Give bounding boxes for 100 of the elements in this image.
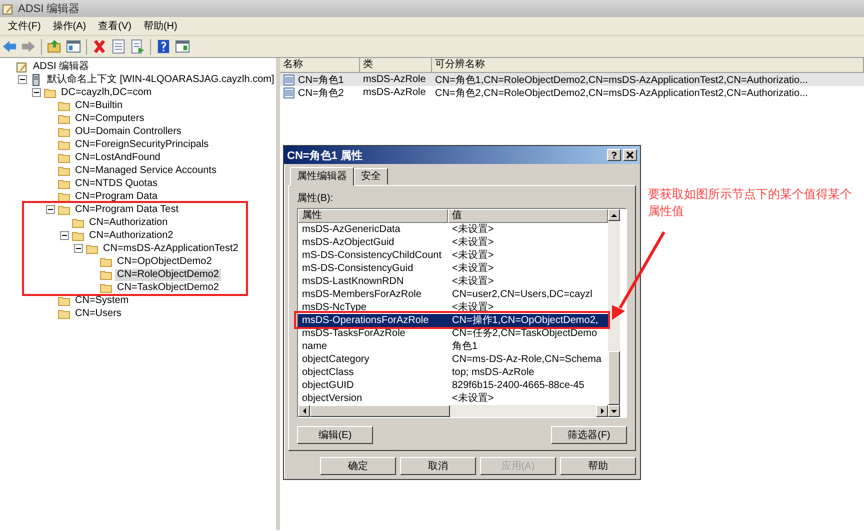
tree-item[interactable]: CN=Authorization2 (87, 230, 176, 242)
menu-item[interactable]: 帮助(H) (139, 18, 182, 34)
dn-cell-text: CN=角色1,CN=RoleObjectDemo2,CN=msDS-AzApplicationTest2,CN=Authorizatio... (434, 74, 809, 86)
attribute-row[interactable]: mS-DS-ConsistencyGuid <未设置> (298, 262, 608, 275)
folder-icon (72, 230, 84, 242)
column-header[interactable]: 可分辨名称 (432, 58, 864, 72)
tree-item[interactable]: CN=System (73, 294, 131, 306)
attribute-row[interactable]: msDS-TasksForAzRole CN=任务2,CN=TaskObjectDemo (298, 327, 608, 340)
menu-item[interactable]: 操作(A) (48, 18, 90, 34)
tree-item[interactable]: CN=Builtin (73, 100, 125, 112)
folder-icon (58, 178, 70, 190)
tree-item[interactable]: CN=Users (73, 308, 124, 320)
expander-toggle[interactable] (32, 88, 41, 97)
attribute-row[interactable]: objectClass top; msDS-AzRole (298, 366, 608, 379)
help-icon[interactable] (156, 39, 171, 54)
tree-item[interactable]: CN=LostAndFound (73, 152, 162, 164)
dialog-button[interactable]: 帮助 (560, 457, 636, 475)
tree-item[interactable]: CN=Authorization (87, 216, 170, 228)
attribute-row[interactable]: msDS-MembersForAzRole CN=user2,CN=Users,DC=cayzl (298, 288, 608, 301)
window-title: ADSI 编辑器 (18, 2, 80, 16)
tree-item[interactable]: CN=Computers (73, 112, 146, 124)
folder-icon (58, 190, 70, 202)
properties-icon[interactable] (111, 39, 126, 54)
tab[interactable]: 安全 (354, 168, 388, 185)
folder-icon (58, 294, 70, 306)
attribute-row[interactable]: name 角色1 (298, 340, 608, 353)
column-header[interactable]: 类 (360, 58, 432, 72)
attribute-row[interactable]: msDS-OperationsForAzRole CN=操作1,CN=OpObjectDemo2, (298, 314, 608, 327)
role-icon (283, 74, 295, 86)
expander-toggle[interactable] (18, 75, 27, 84)
folder-icon (100, 282, 112, 294)
folder-icon (44, 86, 56, 98)
horizontal-scrollbar[interactable] (298, 405, 608, 417)
folder-icon (58, 308, 70, 320)
attribute-row[interactable]: msDS-AzObjectGuid <未设置> (298, 236, 608, 249)
column-header[interactable]: 属性 (298, 209, 448, 223)
attribute-row[interactable]: msDS-LastKnownRDN <未设置> (298, 275, 608, 288)
tree-item[interactable]: CN=OpObjectDemo2 (115, 256, 214, 268)
attribute-row[interactable]: objectCategory CN=ms-DS-Az-Role,CN=Schema (298, 353, 608, 366)
tree-item[interactable]: CN=Program Data (73, 190, 160, 202)
attribute-row[interactable]: msDS-NcType <未设置> (298, 301, 608, 314)
expander-toggle[interactable] (46, 205, 55, 214)
back-arrow-icon[interactable] (2, 39, 17, 54)
vertical-scrollbar[interactable] (608, 209, 620, 417)
column-header[interactable]: 值 (448, 209, 608, 223)
list-row[interactable]: CN=角色1 msDS-AzRole CN=角色1,CN=RoleObjectDemo2,CN=msDS-AzApplicationTest2,CN=Authorizatio... (280, 73, 864, 86)
server-icon (30, 74, 42, 86)
attributes-label: 属性(B): (297, 192, 334, 206)
dialog-button[interactable]: 确定 (320, 457, 396, 475)
attribute-row[interactable]: objectVersion <未设置> (298, 392, 608, 405)
dialog-title: CN=角色1 属性 (287, 148, 364, 162)
edit-button[interactable]: 编辑(E) (297, 426, 373, 444)
list-row[interactable]: CN=角色2 msDS-AzRole CN=角色2,CN=RoleObjectDemo2,CN=msDS-AzApplicationTest2,CN=Authorizatio... (280, 86, 864, 99)
tree-item[interactable]: CN=ForeignSecurityPrincipals (73, 138, 211, 150)
tree-item[interactable]: CN=Program Data Test (73, 204, 180, 216)
tree-item[interactable]: OU=Domain Controllers (73, 126, 184, 138)
column-header[interactable]: 名称 (280, 58, 360, 72)
folder-icon (58, 100, 70, 112)
folder-icon (100, 268, 112, 280)
class-cell-text: msDS-AzRole (362, 74, 427, 85)
attribute-row[interactable]: msDS-AzGenericData <未设置> (298, 223, 608, 236)
folder-icon (58, 126, 70, 138)
dialog-button[interactable]: 取消 (400, 457, 476, 475)
attribute-row[interactable]: objectGUID 829f6b15-2400-4665-88ce-45 (298, 379, 608, 392)
filter-button[interactable]: 筛选器(F) (551, 426, 627, 444)
folder-icon (58, 152, 70, 164)
name-cell-text: CN=角色2 (298, 86, 344, 100)
close-icon (626, 151, 634, 159)
expander-toggle[interactable] (60, 231, 69, 240)
name-cell-text: CN=角色1 (298, 74, 344, 86)
tree-item[interactable]: ADSI 编辑器 (31, 60, 92, 72)
menu-item[interactable]: 文件(F) (4, 18, 45, 34)
export-list-icon[interactable] (130, 39, 145, 54)
close-button[interactable] (623, 149, 637, 161)
delete-icon[interactable] (92, 39, 107, 54)
folder-up-icon[interactable] (47, 39, 62, 54)
help-icon (610, 151, 618, 159)
folder-icon (58, 204, 70, 216)
folder-icon (58, 138, 70, 150)
annotation-note: 要获取如图所示节点下的某个值得某个属性值 (648, 186, 853, 220)
menu-item[interactable]: 查看(V) (94, 18, 136, 34)
tree-item[interactable]: CN=Managed Service Accounts (73, 164, 218, 176)
tree-item[interactable]: CN=RoleObjectDemo2 (115, 268, 221, 280)
action-pane-icon[interactable] (175, 39, 190, 54)
help-button[interactable] (607, 149, 621, 161)
tab[interactable]: 属性编辑器 (290, 167, 354, 186)
expander-toggle[interactable] (74, 244, 83, 253)
folder-icon (58, 164, 70, 176)
tree-item[interactable]: DC=cayzlh,DC=com (59, 86, 154, 98)
tree-item[interactable]: 默认命名上下文 [WIN-4LQOARASJAG.cayzlh.com] (45, 74, 276, 86)
folder-icon (58, 112, 70, 124)
editor-icon (2, 2, 14, 14)
tree-item[interactable]: CN=TaskObjectDemo2 (115, 282, 221, 294)
class-cell-text: msDS-AzRole (362, 87, 427, 98)
folder-icon (100, 256, 112, 268)
attribute-row[interactable]: mS-DS-ConsistencyChildCount <未设置> (298, 249, 608, 262)
folder-icon (72, 216, 84, 228)
console-tree-icon[interactable] (66, 39, 81, 54)
tree-item[interactable]: CN=msDS-AzApplicationTest2 (101, 242, 240, 254)
tree-item[interactable]: CN=NTDS Quotas (73, 178, 160, 190)
